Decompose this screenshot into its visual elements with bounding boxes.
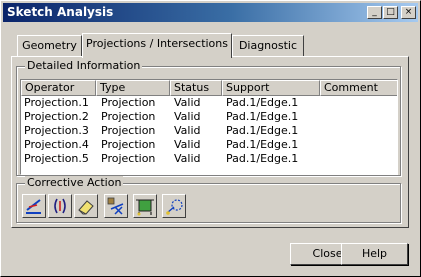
- column-header-support[interactable]: Support: [222, 80, 320, 96]
- status-cell: Valid: [174, 138, 201, 151]
- status-cell: Valid: [174, 96, 201, 109]
- support-cell: Pad.1/Edge.1: [226, 110, 299, 123]
- operator-cell: Projection.5: [24, 152, 89, 165]
- fix-together-button[interactable]: [133, 194, 157, 218]
- erase-icon: [78, 200, 94, 215]
- type-cell: Projection: [101, 152, 156, 165]
- support-cell: Pad.1/Edge.1: [226, 152, 299, 165]
- isolate-icon: [26, 199, 41, 214]
- isolate-projection-button[interactable]: [104, 194, 128, 218]
- help-button[interactable]: Help: [341, 243, 408, 265]
- operator-cell: Projection.4: [24, 138, 89, 151]
- tab-geometry[interactable]: Geometry: [17, 35, 82, 57]
- support-cell: Pad.1/Edge.1: [226, 96, 299, 109]
- deactivate-icon: [166, 199, 183, 215]
- support-cell: Pad.1/Edge.1: [226, 138, 299, 151]
- status-cell: Valid: [174, 152, 201, 165]
- corrective-action-legend: Corrective Action: [25, 176, 124, 189]
- column-header-type[interactable]: Type: [96, 80, 170, 96]
- operator-cell: Projection.2: [24, 110, 89, 123]
- status-cell: Valid: [174, 124, 201, 137]
- type-cell: Projection: [101, 124, 156, 137]
- column-header-status[interactable]: Status: [170, 80, 222, 96]
- close-window-button[interactable]: ×: [401, 6, 416, 19]
- detailed-information-legend: Detailed Information: [25, 59, 143, 72]
- type-cell: Projection: [101, 138, 156, 151]
- deactivate-button[interactable]: [162, 194, 186, 218]
- operator-cell: Projection.3: [24, 124, 89, 137]
- isolate-projection-icon: [107, 197, 124, 215]
- tab-diagnostic[interactable]: Diagnostic: [232, 35, 304, 57]
- window-title: Sketch Analysis: [7, 5, 114, 19]
- type-cell: Projection: [101, 96, 156, 109]
- tab-projections-intersections[interactable]: Projections / Intersections: [82, 33, 232, 58]
- construction-toggle-button[interactable]: [48, 194, 72, 218]
- column-header-operator[interactable]: Operator: [21, 80, 96, 96]
- type-cell: Projection: [101, 110, 156, 123]
- erase-button[interactable]: [74, 194, 98, 218]
- fix-together-icon: [136, 199, 154, 216]
- operator-cell: Projection.1: [24, 96, 89, 109]
- title-bar[interactable]: Sketch Analysis _ □ ×: [3, 3, 418, 22]
- status-cell: Valid: [174, 110, 201, 123]
- isolate-button[interactable]: [22, 194, 46, 218]
- maximize-button[interactable]: □: [383, 6, 398, 19]
- support-cell: Pad.1/Edge.1: [226, 124, 299, 137]
- detailed-information-table[interactable]: Operator Type Status Support Comment Pro…: [20, 79, 398, 175]
- column-header-comment[interactable]: Comment: [320, 80, 397, 96]
- construction-toggle-icon: [54, 198, 66, 214]
- minimize-button[interactable]: _: [367, 6, 382, 19]
